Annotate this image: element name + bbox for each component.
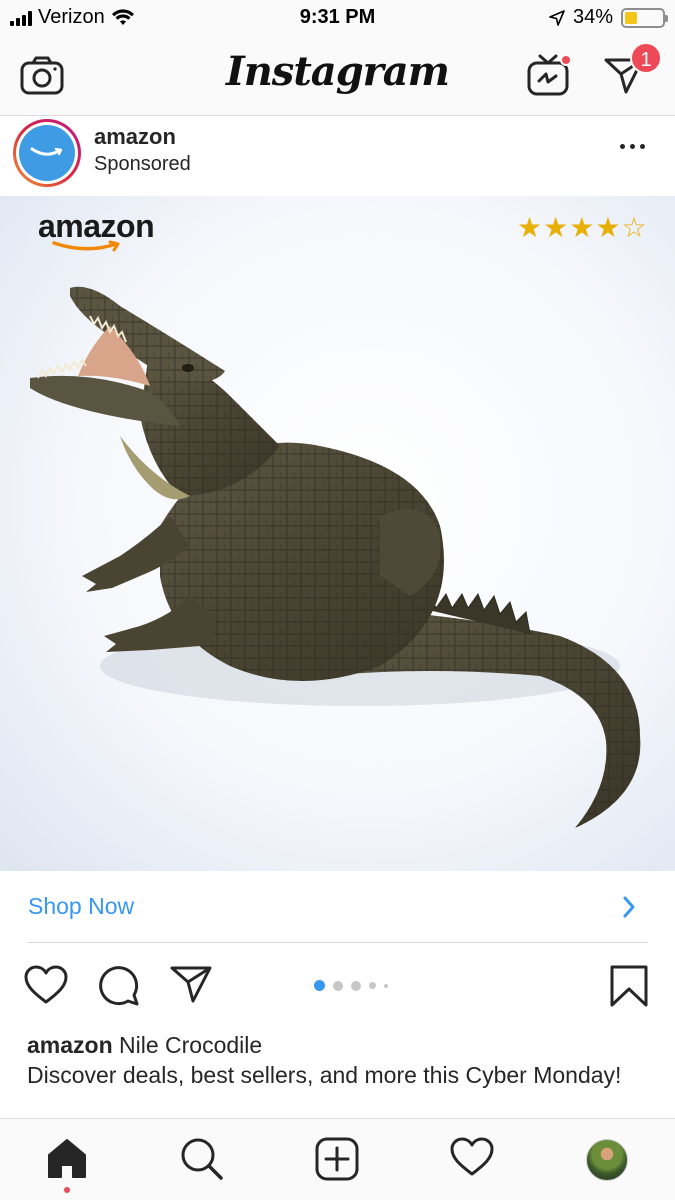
home-icon[interactable] xyxy=(46,1137,88,1179)
battery-fill xyxy=(625,11,638,24)
carousel-dot xyxy=(333,980,343,991)
battery-percent: 34% xyxy=(572,6,613,28)
tab-bar xyxy=(0,1118,675,1200)
location-arrow-icon xyxy=(549,9,565,26)
caption-text: Discover deals, best sellers, and more t… xyxy=(27,1062,622,1088)
more-options-icon[interactable] xyxy=(620,144,645,149)
carousel-indicator xyxy=(314,980,388,991)
top-nav: Instagram 1 xyxy=(0,38,675,116)
app-logo: Instagram xyxy=(226,48,450,95)
post-caption: amazon Nile Crocodile Discover deals, be… xyxy=(27,1030,647,1090)
carousel-dot xyxy=(384,983,388,988)
sponsored-label: Sponsored xyxy=(94,153,191,175)
post-username[interactable]: amazon xyxy=(94,124,176,150)
new-post-icon[interactable] xyxy=(315,1137,359,1181)
activity-icon[interactable] xyxy=(450,1137,494,1177)
divider xyxy=(27,942,648,943)
shop-now-bar[interactable]: Shop Now xyxy=(0,871,675,943)
battery-icon xyxy=(621,7,668,28)
bookmark-icon[interactable] xyxy=(610,965,648,1007)
post-avatar[interactable] xyxy=(13,119,81,187)
status-bar: Verizon 9:31 PM 34% xyxy=(0,0,675,38)
igtv-notification-dot xyxy=(560,54,572,66)
direct-badge: 1 xyxy=(630,42,662,74)
carousel-dot xyxy=(369,982,376,989)
battery-group: 34% xyxy=(549,6,668,29)
comment-icon[interactable] xyxy=(98,965,140,1007)
carousel-dot xyxy=(351,980,361,991)
carousel-dot xyxy=(314,980,325,991)
caption-username[interactable]: amazon xyxy=(27,1032,113,1058)
search-icon[interactable] xyxy=(180,1137,224,1181)
amazon-smile-logo xyxy=(19,125,75,181)
post-actions xyxy=(0,955,675,1015)
caption-product: Nile Crocodile xyxy=(119,1032,263,1058)
chevron-right-icon[interactable] xyxy=(622,895,636,919)
share-icon[interactable] xyxy=(170,965,212,1003)
profile-avatar[interactable] xyxy=(586,1139,628,1181)
heart-icon[interactable] xyxy=(24,965,68,1005)
crocodile-image xyxy=(30,286,641,828)
home-active-dot xyxy=(64,1187,70,1193)
post-media[interactable]: amazon ★ ★ ★ ★ ☆ xyxy=(0,196,675,871)
shop-now-label[interactable]: Shop Now xyxy=(28,893,134,920)
post-header: amazon Sponsored xyxy=(0,116,675,196)
